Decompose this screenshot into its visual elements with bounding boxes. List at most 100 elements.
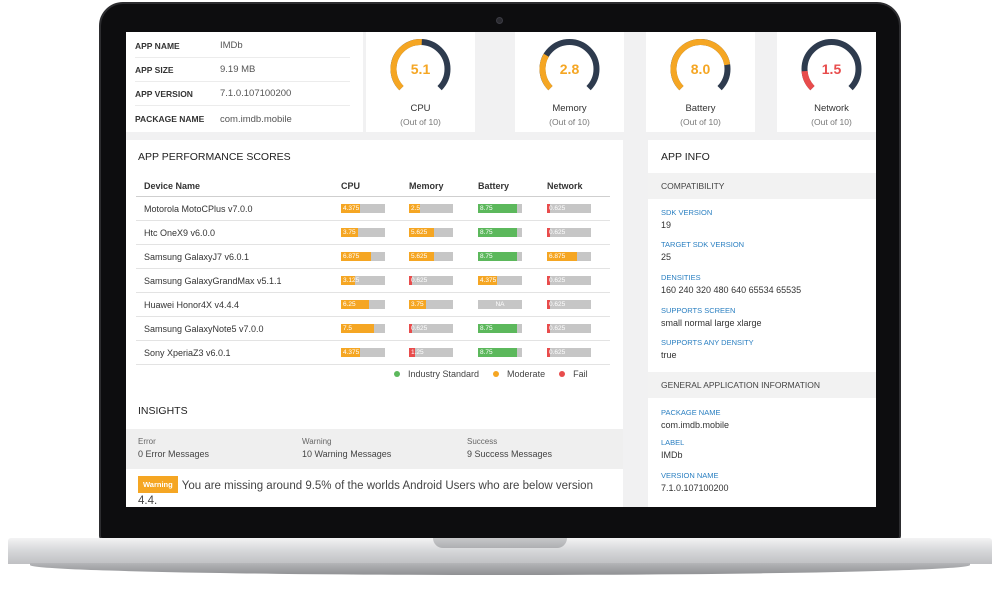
compatibility-section: COMPATIBILITY xyxy=(648,173,876,199)
package-name-value: com.imdb.mobile xyxy=(220,113,292,125)
memory-score-cell: 1.25 xyxy=(409,341,453,364)
insight-success: Success 9 Success Messages xyxy=(467,437,552,459)
app-version-value: 7.1.0.107100200 xyxy=(220,88,292,99)
cpu-score-value: 3.125 xyxy=(343,277,360,284)
table-row: Samsung GalaxyNote5 v7.0.0 7.5 0.625 8.75 0.… xyxy=(136,317,610,341)
memory-score-cell: 0.625 xyxy=(409,269,453,292)
gauge-memory: 2.8 Memory (Out of 10) xyxy=(515,32,624,132)
memory-score-value: 0.625 xyxy=(411,325,428,332)
laptop-notch xyxy=(433,538,567,548)
memory-score-bar: 5.625 xyxy=(409,252,453,261)
insights-title: INSIGHTS xyxy=(138,405,188,417)
battery-score-bar: 8.75 xyxy=(478,324,522,333)
any-density-label: SUPPORTS ANY DENSITY xyxy=(661,338,754,347)
battery-score-bar: 8.75 xyxy=(478,204,522,213)
device-name: Motorola MotoCPlus v7.0.0 xyxy=(144,203,253,214)
battery-score-value: 4.375 xyxy=(480,277,497,284)
memory-score-cell: 0.625 xyxy=(409,317,453,340)
col-device: Device Name xyxy=(144,180,201,191)
network-score-value: 0.625 xyxy=(549,205,566,212)
network-score-cell: 0.625 xyxy=(547,317,591,340)
network-score-value: 0.625 xyxy=(549,229,566,236)
cpu-score-cell: 3.75 xyxy=(341,221,385,244)
legend-dot-red xyxy=(559,371,566,377)
device-name: Sony XperiaZ3 v6.0.1 xyxy=(144,347,231,358)
cpu-score-bar: 6.875 xyxy=(341,252,385,261)
memory-score-bar: 0.625 xyxy=(409,276,453,285)
battery-score-value: 8.75 xyxy=(480,325,493,332)
insight-success-count: 9 Success Messages xyxy=(467,449,553,459)
densities-value: 160 240 320 480 640 65534 65535 xyxy=(661,285,802,295)
battery-score-cell: 4.375 xyxy=(478,269,522,292)
gauge-network-value: 1.5 xyxy=(821,61,842,77)
warning-message: Warning You are missing around 9.5% of th… xyxy=(138,476,608,507)
laptop-base-edge xyxy=(30,563,970,575)
app-version-row: APP VERSION 7.1.0.107100200 xyxy=(135,82,350,106)
battery-score-value: 8.75 xyxy=(480,205,493,212)
cpu-score-cell: 6.875 xyxy=(341,245,385,268)
score-legend: Industry Standard Moderate Fail xyxy=(394,369,602,379)
col-cpu: CPU xyxy=(341,180,361,191)
battery-score-value: 8.75 xyxy=(480,349,493,356)
network-score-cell: 0.625 xyxy=(547,221,591,244)
device-name: Samsung GalaxyGrandMax v5.1.1 xyxy=(144,275,282,286)
memory-score-bar: 3.75 xyxy=(409,300,453,309)
network-score-cell: 6.875 xyxy=(547,245,591,268)
gauge-memory-value: 2.8 xyxy=(559,61,580,77)
cpu-score-value: 6.875 xyxy=(343,253,360,260)
battery-score-bar: 8.75 xyxy=(478,348,522,357)
version-name-label: VERSION NAME xyxy=(661,471,719,480)
battery-score-cell: 8.75 xyxy=(478,245,522,268)
battery-score-value: 8.75 xyxy=(480,229,493,236)
gauge-battery-value: 8.0 xyxy=(690,61,711,77)
cpu-score-cell: 3.125 xyxy=(341,269,385,292)
col-network: Network xyxy=(547,180,583,191)
webcam xyxy=(496,17,503,24)
app-summary: APP NAME IMDb APP SIZE 9.19 MB APP VERSION… xyxy=(126,32,363,132)
insight-warning-count: 10 Warning Messages xyxy=(302,449,392,459)
label-value: IMDb xyxy=(661,450,683,460)
network-score-bar: 0.625 xyxy=(547,204,591,213)
cpu-score-value: 4.375 xyxy=(343,349,360,356)
cpu-score-value: 6.25 xyxy=(343,301,356,308)
network-score-bar: 0.625 xyxy=(547,300,591,309)
app-size-value: 9.19 MB xyxy=(220,64,256,75)
insight-warning-label: Warning xyxy=(302,437,332,446)
insights-summary: Error 0 Error Messages Warning 10 Warning … xyxy=(126,429,623,469)
table-row: Motorola MotoCPlus v7.0.0 4.375 2.5 8.75 0.6… xyxy=(136,197,610,221)
cpu-score-value: 3.75 xyxy=(343,229,356,236)
legend-moderate: Moderate xyxy=(493,369,545,379)
battery-score-cell: 8.75 xyxy=(478,317,522,340)
battery-score-cell: 8.75 xyxy=(478,341,522,364)
insight-error-label: Error xyxy=(138,437,156,446)
device-name: Samsung GalaxyJ7 v6.0.1 xyxy=(144,251,250,262)
cpu-score-bar: 7.5 xyxy=(341,324,385,333)
battery-score-cell: NA xyxy=(478,293,522,316)
network-score-bar: 0.625 xyxy=(547,324,591,333)
table-header: Device Name CPU Memory Battery Network xyxy=(136,175,610,197)
general-info-section: GENERAL APPLICATION INFORMATION xyxy=(648,372,876,398)
gauge-network: 1.5 Network (Out of 10) xyxy=(777,32,876,132)
package-name-key: PACKAGE NAME xyxy=(135,114,205,124)
network-score-value: 6.875 xyxy=(549,253,566,260)
battery-score-value: NA xyxy=(495,301,505,308)
performance-title: APP PERFORMANCE SCORES xyxy=(138,151,291,163)
network-score-value: 0.625 xyxy=(549,301,566,308)
network-score-cell: 0.625 xyxy=(547,269,591,292)
performance-panel: APP PERFORMANCE SCORES Device Name CPU M… xyxy=(126,140,623,507)
gauge-battery-sub: (Out of 10) xyxy=(680,117,721,127)
col-battery: Battery xyxy=(478,180,510,191)
network-score-bar: 0.625 xyxy=(547,228,591,237)
memory-score-cell: 5.625 xyxy=(409,221,453,244)
memory-score-value: 0.625 xyxy=(411,277,428,284)
label-label: LABEL xyxy=(661,438,685,447)
supports-screen-label: SUPPORTS SCREEN xyxy=(661,306,736,315)
app-name-key: APP NAME xyxy=(135,40,180,51)
battery-score-value: 8.75 xyxy=(480,253,493,260)
memory-score-bar: 5.625 xyxy=(409,228,453,237)
gauge-battery: 8.0 Battery (Out of 10) xyxy=(646,32,755,132)
cpu-score-bar: 3.125 xyxy=(341,276,385,285)
cpu-score-cell: 4.375 xyxy=(341,341,385,364)
table-row: Samsung GalaxyGrandMax v5.1.1 3.125 0.625 4… xyxy=(136,269,610,293)
insight-warning: Warning 10 Warning Messages xyxy=(302,437,391,459)
